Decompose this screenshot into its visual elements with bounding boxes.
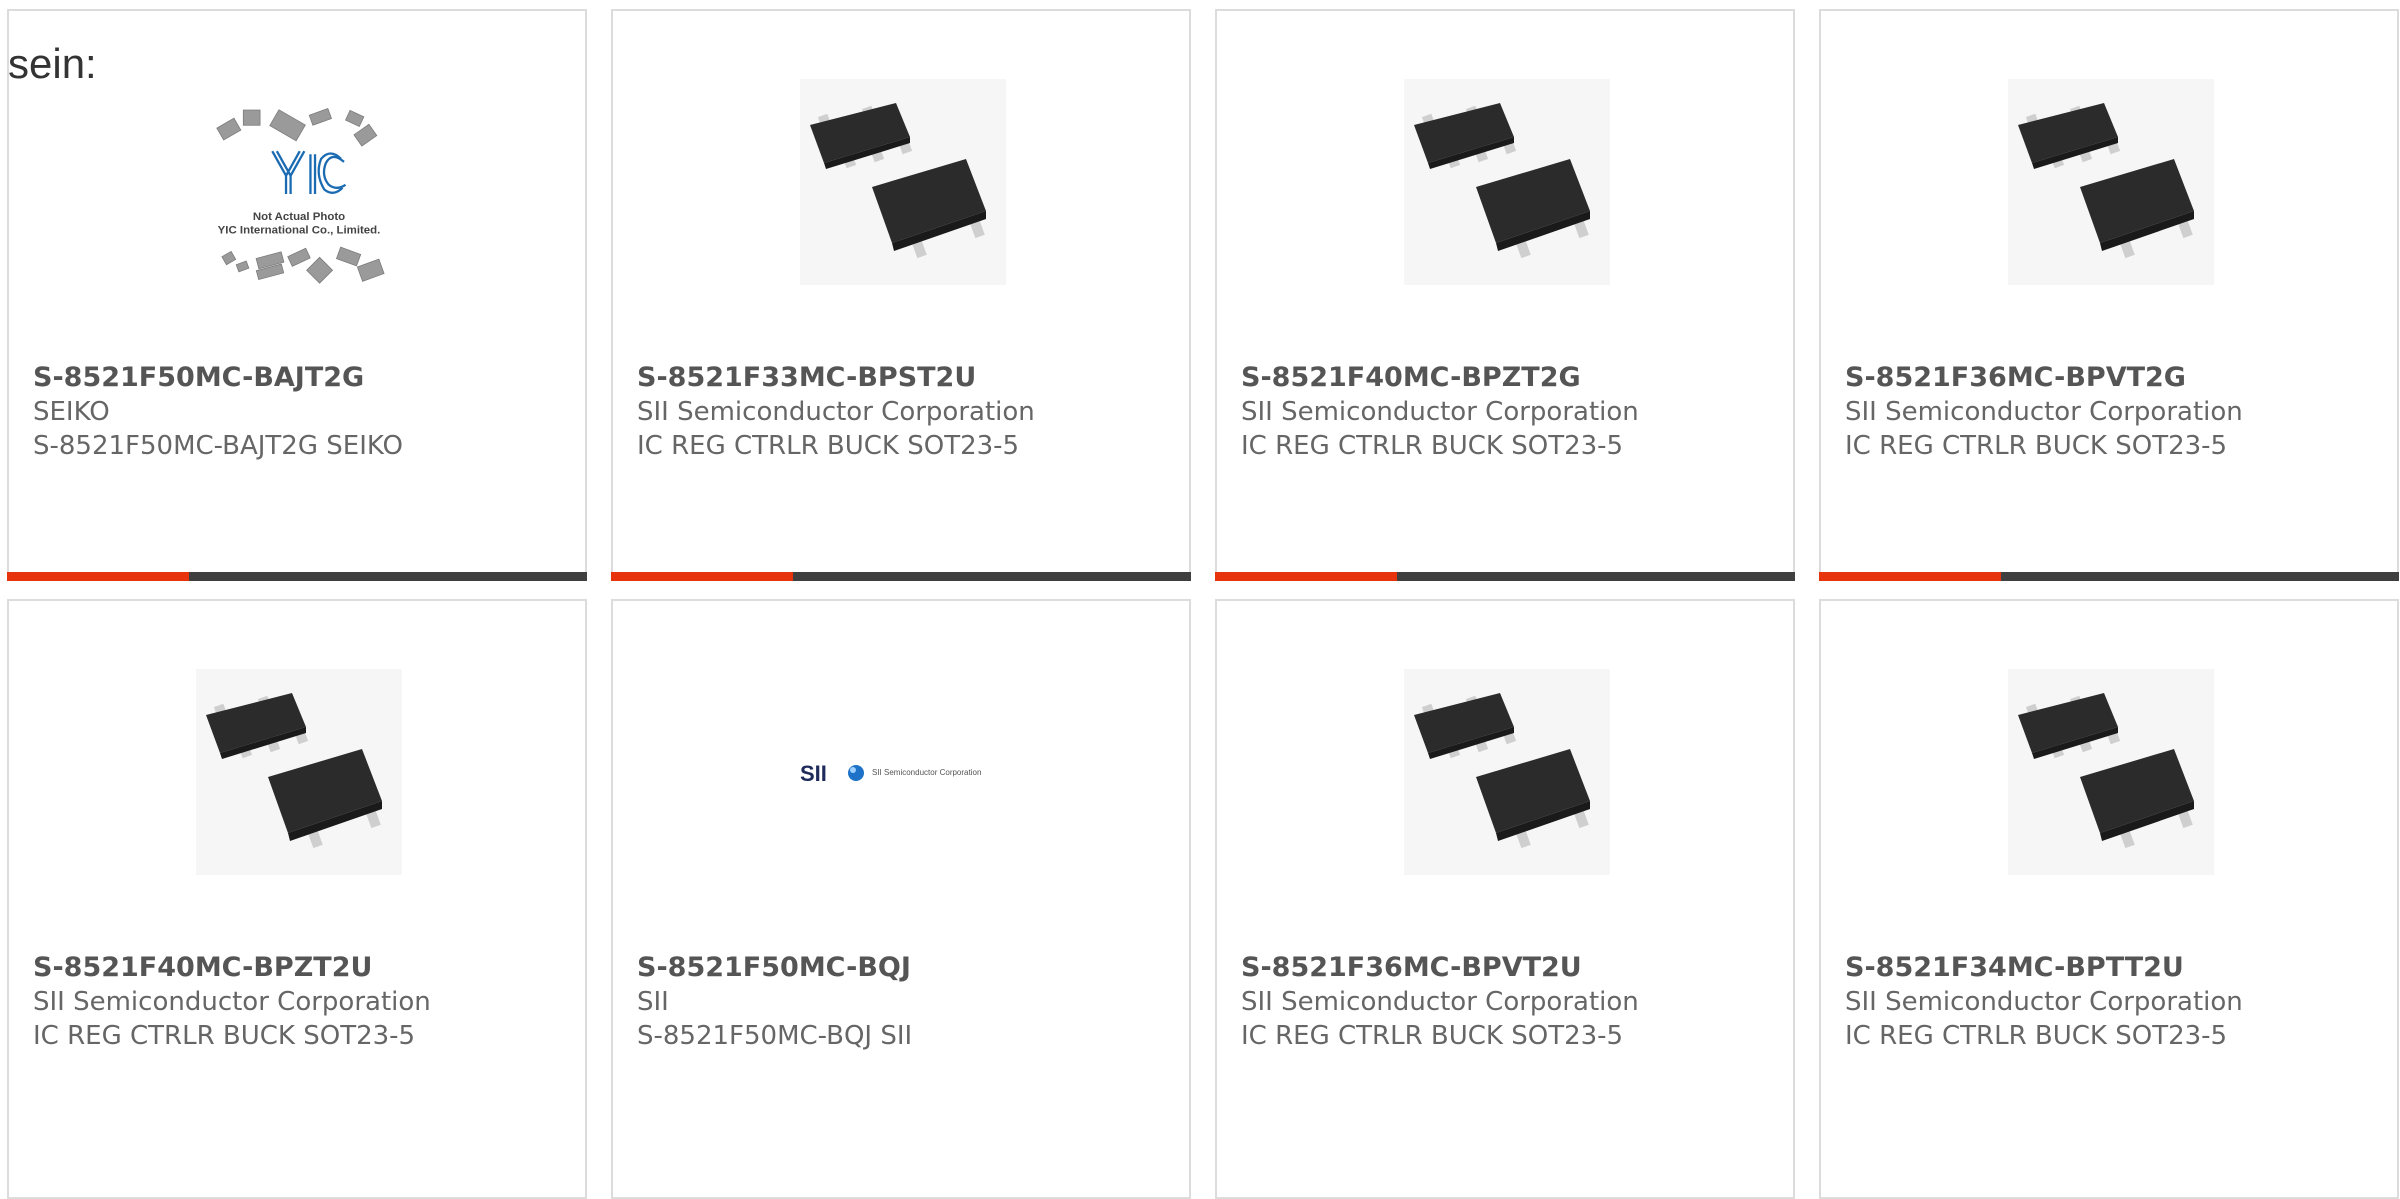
card-bottom-bar: [7, 572, 587, 581]
chip-photo: [1404, 669, 1610, 875]
part-number[interactable]: S-8521F36MC-BPVT2G: [1845, 361, 2186, 395]
manufacturer: SII Semiconductor Corporation: [1845, 397, 2243, 427]
card-bottom-bar: [1819, 572, 2399, 581]
part-number[interactable]: S-8521F40MC-BPZT2G: [1241, 361, 1581, 395]
part-number[interactable]: S-8521F33MC-BPST2U: [637, 361, 976, 395]
product-card[interactable]: S-8521F40MC-BPZT2U SII Semiconductor Cor…: [7, 599, 587, 1199]
description: S-8521F50MC-BAJT2G SEIKO: [33, 431, 403, 461]
manufacturer: SII Semiconductor Corporation: [33, 987, 431, 1017]
description: IC REG CTRLR BUCK SOT23-5: [1845, 431, 2228, 461]
card-accent-bar: [1215, 572, 1397, 581]
chip-photo: [1404, 79, 1610, 285]
card-bottom-bar: [611, 572, 1191, 581]
image-caption-line2: YIC International Co., Limited.: [218, 225, 381, 237]
manufacturer: SII Semiconductor Corporation: [637, 397, 1035, 427]
logo-text: SII: [800, 761, 827, 786]
card-accent-bar: [1819, 572, 2001, 581]
card-bottom-bar: [1215, 572, 1795, 581]
manufacturer: SII Semiconductor Corporation: [1241, 987, 1639, 1017]
description: IC REG CTRLR BUCK SOT23-5: [1241, 431, 1624, 461]
description: S-8521F50MC-BQJ SII: [637, 1021, 913, 1051]
part-number[interactable]: S-8521F50MC-BQJ: [637, 951, 911, 985]
product-card[interactable]: S-8521F33MC-BPST2U SII Semiconductor Cor…: [611, 9, 1191, 581]
card-accent-bar: [611, 572, 793, 581]
manufacturer: SII: [637, 987, 669, 1017]
product-card[interactable]: S-8521F36MC-BPVT2G SII Semiconductor Cor…: [1819, 9, 2399, 581]
product-card[interactable]: Not Actual Photo YIC International Co., …: [7, 9, 587, 581]
manufacturer-logo: SII SII Semiconductor Corporation: [800, 669, 1006, 875]
image-caption-line1: Not Actual Photo: [253, 211, 345, 223]
manufacturer: SEIKO: [33, 397, 110, 427]
description: IC REG CTRLR BUCK SOT23-5: [637, 431, 1020, 461]
product-image-placeholder: Not Actual Photo YIC International Co., …: [196, 79, 402, 285]
chip-photo: [196, 669, 402, 875]
description: IC REG CTRLR BUCK SOT23-5: [33, 1021, 416, 1051]
description: IC REG CTRLR BUCK SOT23-5: [1845, 1021, 2228, 1051]
description: IC REG CTRLR BUCK SOT23-5: [1241, 1021, 1624, 1051]
part-number[interactable]: S-8521F34MC-BPTT2U: [1845, 951, 2184, 985]
logo-tagline: SII Semiconductor Corporation: [872, 768, 981, 777]
manufacturer: SII Semiconductor Corporation: [1845, 987, 2243, 1017]
chip-photo: [2008, 669, 2214, 875]
part-number[interactable]: S-8521F36MC-BPVT2U: [1241, 951, 1582, 985]
product-card[interactable]: S-8521F36MC-BPVT2U SII Semiconductor Cor…: [1215, 599, 1795, 1199]
product-card[interactable]: S-8521F34MC-BPTT2U SII Semiconductor Cor…: [1819, 599, 2399, 1199]
part-number[interactable]: S-8521F50MC-BAJT2G: [33, 361, 364, 395]
chip-photo: [2008, 79, 2214, 285]
card-accent-bar: [7, 572, 189, 581]
product-card[interactable]: S-8521F40MC-BPZT2G SII Semiconductor Cor…: [1215, 9, 1795, 581]
manufacturer: SII Semiconductor Corporation: [1241, 397, 1639, 427]
chip-photo: [800, 79, 1006, 285]
product-card[interactable]: SII SII Semiconductor Corporation S-8521…: [611, 599, 1191, 1199]
section-label: sein:: [8, 40, 97, 87]
part-number[interactable]: S-8521F40MC-BPZT2U: [33, 951, 372, 985]
